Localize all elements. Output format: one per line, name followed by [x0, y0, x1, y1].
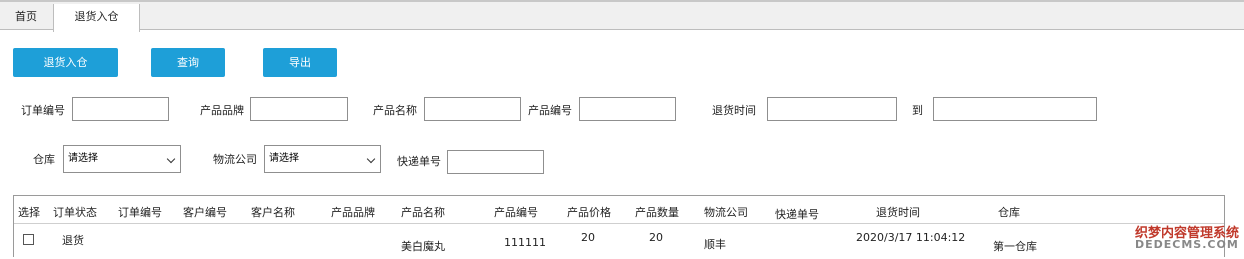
header-divider — [14, 223, 1224, 224]
watermark-url: DEDECMS.COM — [1135, 238, 1239, 251]
col-brand: 产品品牌 — [331, 206, 375, 219]
cell-product-name: 美白魔丸 — [401, 240, 445, 253]
col-customer-no: 客户编号 — [183, 206, 227, 219]
cell-price: 20 — [581, 231, 595, 244]
logistics-selected-value: 请选择 — [269, 153, 299, 164]
col-warehouse: 仓库 — [998, 206, 1020, 219]
tracking-no-label: 快递单号 — [397, 155, 441, 168]
tab-bar: 首页 退货入仓 — [0, 0, 1244, 32]
warehouse-label: 仓库 — [33, 153, 55, 166]
chevron-down-icon — [166, 154, 176, 164]
col-tracking-no: 快递单号 — [775, 208, 819, 221]
cell-quantity: 20 — [649, 231, 663, 244]
col-order-no: 订单编号 — [118, 206, 162, 219]
cell-logistics: 顺丰 — [704, 238, 726, 251]
to-label: 到 — [912, 104, 923, 117]
returns-table: 选择 订单状态 订单编号 客户编号 客户名称 产品品牌 产品名称 产品编号 产品… — [13, 195, 1225, 257]
product-no-label: 产品编号 — [528, 104, 572, 117]
col-customer-name: 客户名称 — [251, 206, 295, 219]
brand-label: 产品品牌 — [200, 104, 244, 117]
order-no-input[interactable] — [72, 97, 169, 121]
product-name-input[interactable] — [424, 97, 521, 121]
brand-input[interactable] — [250, 97, 348, 121]
return-time-to-input[interactable] — [933, 97, 1097, 121]
col-return-time: 退货时间 — [876, 206, 920, 219]
tab-return-warehouse[interactable]: 退货入仓 — [53, 4, 140, 32]
tracking-no-input[interactable] — [447, 150, 544, 174]
return-time-from-input[interactable] — [767, 97, 897, 121]
col-logistics: 物流公司 — [704, 206, 748, 219]
warehouse-selected-value: 请选择 — [68, 153, 98, 164]
tab-home[interactable]: 首页 — [0, 4, 52, 31]
export-button[interactable]: 导出 — [263, 48, 337, 77]
col-product-name: 产品名称 — [401, 206, 445, 219]
col-price: 产品价格 — [567, 206, 611, 219]
cell-warehouse: 第一仓库 — [993, 240, 1037, 253]
order-no-label: 订单编号 — [21, 104, 65, 117]
cell-status: 退货 — [62, 234, 84, 247]
return-to-warehouse-button[interactable]: 退货入仓 — [13, 48, 118, 77]
product-no-input[interactable] — [579, 97, 676, 121]
chevron-down-icon — [366, 154, 376, 164]
cell-return-time: 2020/3/17 11:04:12 — [856, 231, 966, 244]
col-select: 选择 — [18, 206, 40, 219]
row-select-checkbox[interactable] — [23, 234, 34, 245]
query-button[interactable]: 查询 — [151, 48, 225, 77]
return-time-label: 退货时间 — [712, 104, 756, 117]
cell-product-no: 111111 — [504, 236, 546, 249]
product-name-label: 产品名称 — [373, 104, 417, 117]
page: 首页 退货入仓 退货入仓 查询 导出 订单编号 产品品牌 产品名称 产品编号 退… — [0, 0, 1244, 259]
col-quantity: 产品数量 — [635, 206, 679, 219]
logistics-label: 物流公司 — [213, 153, 257, 166]
logistics-select[interactable]: 请选择 — [264, 145, 381, 173]
col-order-status: 订单状态 — [53, 206, 97, 219]
col-product-no: 产品编号 — [494, 206, 538, 219]
warehouse-select[interactable]: 请选择 — [63, 145, 181, 173]
